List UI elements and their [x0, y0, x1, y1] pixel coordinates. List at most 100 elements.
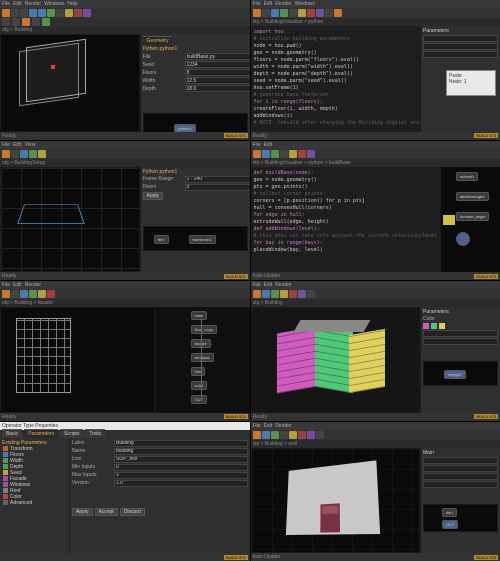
node[interactable]: color	[191, 381, 208, 390]
input-range[interactable]	[185, 176, 250, 183]
node[interactable]: OUT	[442, 520, 458, 529]
network-mini[interactable]: merge1	[423, 361, 498, 386]
tool-icon[interactable]	[298, 9, 306, 17]
menu-edit[interactable]: Edit	[264, 423, 273, 429]
tool-icon[interactable]	[280, 9, 288, 17]
tool-icon[interactable]	[307, 290, 315, 298]
tool-icon[interactable]	[262, 431, 270, 439]
path-bar[interactable]: obj > Building	[251, 299, 500, 307]
menu-file[interactable]: File	[253, 423, 261, 429]
param-input[interactable]	[423, 338, 498, 345]
path-bar[interactable]: obj > Building > facade	[0, 299, 250, 307]
node[interactable]: subnet1	[456, 172, 478, 181]
tool-icon[interactable]	[253, 431, 261, 439]
tool-icon[interactable]	[289, 431, 297, 439]
tool-icon[interactable]	[289, 9, 297, 17]
apply-button[interactable]: Apply	[72, 508, 93, 516]
network-mini[interactable]: python1	[143, 113, 248, 132]
redo-icon[interactable]	[38, 9, 46, 17]
tool-icon[interactable]	[262, 150, 270, 158]
param-input[interactable]	[423, 330, 498, 337]
menu-render[interactable]: Render	[25, 282, 41, 288]
tool-icon[interactable]	[20, 150, 28, 158]
menu-file[interactable]: File	[253, 1, 261, 7]
viewport-3d[interactable]	[251, 448, 421, 554]
menu-edit[interactable]: Edit	[264, 1, 273, 7]
menu-windows[interactable]: Windows	[295, 1, 315, 7]
tool-icon[interactable]	[289, 150, 297, 158]
path-bar[interactable]: obj > Building	[0, 26, 250, 34]
save-icon[interactable]	[20, 9, 28, 17]
tool-icon[interactable]	[298, 431, 306, 439]
node[interactable]	[456, 232, 470, 246]
tool-icon[interactable]	[280, 431, 288, 439]
input-name[interactable]	[114, 448, 248, 455]
floating-window[interactable]: Paste Node: 1	[446, 70, 496, 96]
tool-icon[interactable]	[271, 9, 279, 17]
node[interactable]: floor_copy	[191, 325, 217, 334]
viewport-3d[interactable]	[251, 307, 421, 413]
tool-icon[interactable]	[280, 150, 288, 158]
rotate-icon[interactable]	[74, 9, 82, 17]
tool-icon[interactable]	[289, 290, 297, 298]
path-bar[interactable]: obj > BuildingVisualize > python	[251, 18, 500, 26]
param-input[interactable]	[423, 457, 498, 464]
shelf-icon[interactable]	[32, 18, 40, 26]
node[interactable]: foreach_begin	[456, 212, 489, 221]
menu-render[interactable]: Render	[275, 1, 291, 7]
gizmo-icon[interactable]	[51, 65, 55, 69]
select-icon[interactable]	[56, 9, 64, 17]
shelf-icon[interactable]	[42, 18, 50, 26]
input-width[interactable]	[185, 77, 250, 84]
menu-render[interactable]: Render	[275, 282, 291, 288]
tool-icon[interactable]	[29, 290, 37, 298]
menubar[interactable]: File Edit Render	[0, 281, 250, 289]
tool-icon[interactable]	[29, 150, 37, 158]
viewport-3d[interactable]	[0, 307, 155, 413]
tool-icon[interactable]	[316, 9, 324, 17]
menubar[interactable]: File Edit	[251, 141, 500, 149]
input-file[interactable]	[185, 53, 250, 60]
new-icon[interactable]	[2, 9, 10, 17]
menu-edit[interactable]: Edit	[13, 142, 22, 148]
tool-icon[interactable]	[11, 150, 19, 158]
path-bar[interactable]: obj > Building > wall	[251, 440, 500, 448]
menu-edit[interactable]: Edit	[13, 1, 22, 7]
menu-file[interactable]: File	[2, 282, 10, 288]
tool-icon[interactable]	[325, 9, 333, 17]
param-tree[interactable]: Existing Parameters Transform Floors Wid…	[0, 438, 70, 554]
accept-button[interactable]: Accept	[95, 508, 118, 516]
param-input[interactable]	[423, 51, 498, 58]
node[interactable]: base	[191, 311, 208, 320]
color-swatch[interactable]	[423, 323, 429, 329]
node[interactable]: windows	[191, 353, 214, 362]
input-depth[interactable]	[185, 85, 250, 92]
input-max[interactable]	[114, 472, 248, 479]
open-icon[interactable]	[11, 9, 19, 17]
tool-icon[interactable]	[271, 150, 279, 158]
input-label[interactable]	[114, 440, 248, 447]
tool-icon[interactable]	[271, 431, 279, 439]
tool-icon[interactable]	[334, 9, 342, 17]
code-editor[interactable]: def buildBase(node): geo = node.geometry…	[251, 167, 441, 273]
input-icon[interactable]	[114, 456, 248, 463]
tool-icon[interactable]	[2, 290, 10, 298]
menu-file[interactable]: File	[253, 142, 261, 148]
menu-help[interactable]: Help	[67, 1, 77, 7]
color-swatch[interactable]	[439, 323, 445, 329]
node[interactable]: trim	[191, 367, 206, 376]
tool-icon[interactable]	[298, 150, 306, 158]
node[interactable]: file1	[442, 508, 457, 517]
menu-view[interactable]: View	[25, 142, 36, 148]
shelf-icon[interactable]	[2, 18, 10, 26]
node[interactable]: transform1	[189, 235, 216, 244]
path-bar[interactable]: obj > BuildingSetup	[0, 159, 250, 167]
node[interactable]: python1	[174, 124, 196, 132]
tool-icon[interactable]	[316, 431, 324, 439]
menu-edit[interactable]: Edit	[13, 282, 22, 288]
menu-file[interactable]: File	[2, 1, 10, 7]
discard-button[interactable]: Discard	[120, 508, 145, 516]
tool-icon[interactable]	[271, 290, 279, 298]
tool-icon[interactable]	[38, 290, 46, 298]
apply-button[interactable]: Apply	[143, 192, 164, 200]
